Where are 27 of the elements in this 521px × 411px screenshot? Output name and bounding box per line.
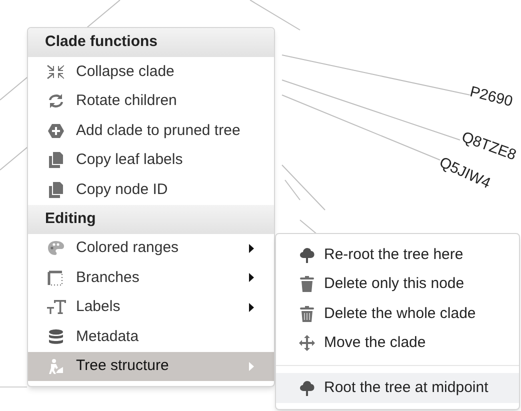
menu-item[interactable]: Root the tree at midpoint xyxy=(276,373,519,402)
menu-item[interactable]: Move the clade xyxy=(276,328,519,358)
trash-icon xyxy=(298,276,316,292)
menu-item[interactable]: Copy node ID xyxy=(28,175,274,204)
menu-item[interactable]: Re-root the tree here xyxy=(276,240,519,270)
palette-icon xyxy=(47,240,67,256)
menu-item[interactable]: Copy leaf labels xyxy=(28,146,274,175)
collapse-icon xyxy=(47,64,67,80)
menu-item[interactable]: Tree structure xyxy=(28,352,274,381)
menu-item[interactable]: Colored ranges xyxy=(28,234,274,263)
menu-item[interactable]: Rotate children xyxy=(28,86,274,116)
menu-item[interactable]: Metadata xyxy=(28,322,274,352)
menu-item[interactable]: Delete the whole clade xyxy=(276,299,519,328)
section-header: Editing xyxy=(28,204,274,234)
trash-icon xyxy=(298,306,316,322)
leaf-label: P2690 xyxy=(467,82,515,112)
tree-icon xyxy=(298,380,316,396)
move-icon xyxy=(298,335,316,352)
menu-item[interactable]: Branches xyxy=(28,263,274,292)
tree-icon xyxy=(298,246,316,263)
text-size-icon xyxy=(47,299,67,316)
plus-icon xyxy=(47,122,67,139)
menu-item[interactable]: Collapse clade xyxy=(28,57,274,86)
menu-item[interactable]: Labels xyxy=(28,292,274,322)
section-header: Clade functions xyxy=(28,28,274,57)
menu-item[interactable]: Add clade to pruned tree xyxy=(28,116,274,146)
menu-item[interactable]: Delete only this node xyxy=(276,270,519,299)
